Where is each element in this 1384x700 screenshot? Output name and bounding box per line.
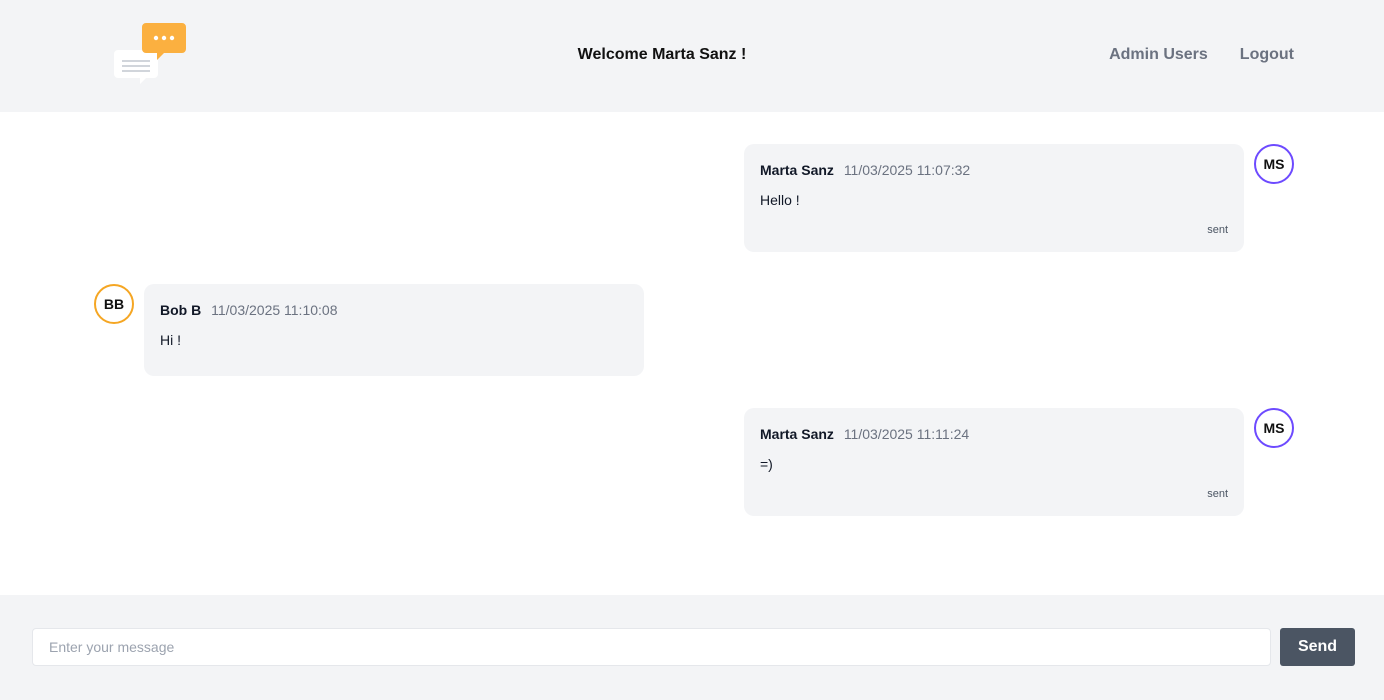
message-status: sent — [1207, 488, 1228, 500]
avatar: MS — [1254, 408, 1294, 448]
admin-users-link[interactable]: Admin Users — [1109, 46, 1208, 64]
avatar: BB — [94, 284, 134, 324]
message-composer: Send — [0, 595, 1384, 700]
message-bubble: Marta Sanz 11/03/2025 11:11:24 =) sent — [744, 408, 1244, 516]
message-bubble: Marta Sanz 11/03/2025 11:07:32 Hello ! s… — [744, 144, 1244, 252]
send-button[interactable]: Send — [1280, 628, 1355, 666]
message-timestamp: 11/03/2025 11:10:08 — [211, 302, 338, 318]
message-author: Marta Sanz — [760, 162, 834, 178]
message-text: Hello ! — [760, 192, 800, 208]
message-timestamp: 11/03/2025 11:07:32 — [843, 162, 971, 178]
logout-link[interactable]: Logout — [1240, 46, 1294, 64]
message-bubble: Bob B 11/03/2025 11:10:08 Hi ! — [144, 284, 644, 376]
avatar: MS — [1254, 144, 1294, 184]
message-timestamp: 11/03/2025 11:11:24 — [843, 426, 970, 442]
message-author: Marta Sanz — [760, 426, 834, 442]
message-list[interactable]: Marta Sanz 11/03/2025 11:07:32 Hello ! s… — [0, 112, 1384, 595]
message-text: Hi ! — [160, 332, 181, 348]
app-header: Welcome Marta Sanz ! Admin Users Logout — [0, 0, 1384, 112]
message-author: Bob B — [160, 302, 202, 318]
message-status: sent — [1207, 224, 1228, 236]
message-text: =) — [760, 456, 773, 472]
message-input[interactable] — [32, 628, 1271, 666]
top-nav: Admin Users Logout — [1109, 46, 1294, 64]
